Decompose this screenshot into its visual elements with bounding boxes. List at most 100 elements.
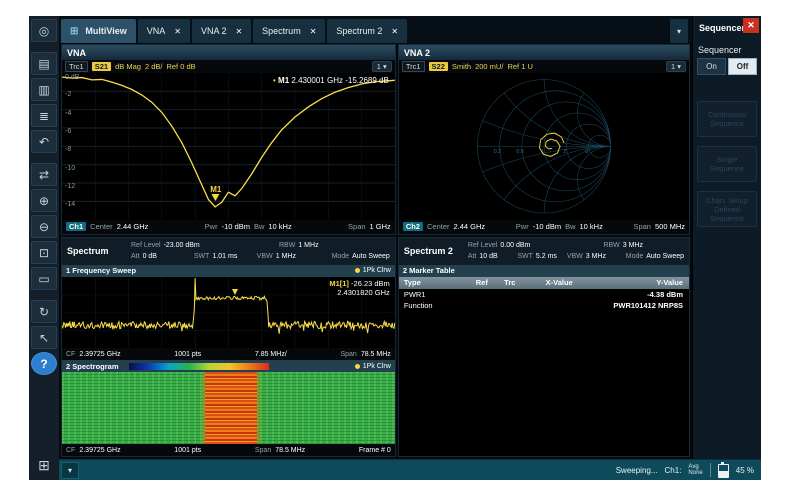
y-axis-label: -10 [65, 165, 75, 172]
channel-chip[interactable]: Ch2 [403, 222, 423, 231]
vna2-footer: Ch2 Center 2.44 GHz Pwr -10 dBm Bw 10 kH… [399, 220, 689, 234]
vbw-value: 3 MHz [586, 253, 606, 260]
smith-axis-label: 2 [563, 149, 566, 155]
continuous-sequence-button[interactable]: Continuous Sequence [697, 101, 757, 137]
y-axis-label: -2 [65, 91, 71, 98]
help-pointer-icon[interactable]: ↖ [31, 326, 57, 349]
y-axis-label: -8 [65, 146, 71, 153]
att-value: 10 dB [479, 253, 497, 260]
table-row[interactable]: Function PWR101412 NRP8S [399, 300, 689, 311]
tab-spectrum[interactable]: Spectrum ✕ [253, 19, 325, 43]
table-row[interactable]: PWR1 -4.38 dBm [399, 289, 689, 300]
sweep-marker[interactable] [232, 289, 238, 295]
center-label: Center [427, 222, 450, 231]
tab-spectrum2[interactable]: Spectrum 2 ✕ [327, 19, 407, 43]
marker-name: M1 [278, 76, 289, 85]
windows-icon[interactable]: ⊞ [31, 454, 57, 477]
save-icon[interactable]: ▥ [31, 78, 57, 101]
y-axis-label: -12 [65, 183, 75, 190]
print-icon[interactable]: ≣ [31, 104, 57, 127]
vna2-window-title[interactable]: VNA 2 [399, 45, 689, 60]
smith-chart[interactable]: 0.2 0.5 1 2 5 [399, 73, 689, 220]
channel-status-label: Ch1: [665, 466, 682, 475]
trace-chip[interactable]: Trc1 [402, 61, 425, 72]
col-y-value: Y-Value [595, 278, 689, 287]
tab-multiview[interactable]: ⊞ MultiView [61, 19, 136, 43]
points-value: 1001 pts [174, 351, 201, 358]
center-value: 2.44 GHz [454, 222, 486, 231]
smith-axis-label: 5 [585, 149, 588, 155]
open-file-icon[interactable]: ▤ [31, 52, 57, 75]
sparam-chip[interactable]: S21 [92, 62, 111, 71]
tab-vna[interactable]: VNA ✕ [138, 19, 190, 43]
frame-value: Frame # 0 [359, 447, 391, 454]
vna-chart[interactable]: 0 dB -2 -4 -6 -8 -10 -12 -14 • M1 2.430 [62, 73, 395, 220]
avg-value: None [688, 470, 702, 476]
cell-type: Function [399, 301, 468, 310]
analyzer-app: ◎ ▤ ▥ ≣ ↶ ⇄ ⊕ ⊖ ⊡ ▭ ↻ ↖ ? ⊞ ⊞ MultiView … [29, 16, 761, 480]
frequency-sweep-chart[interactable]: M1[1] -26.23 dBm 2.4301820 GHz [62, 277, 395, 349]
y-axis-label: -6 [65, 128, 71, 135]
att-label: Att [468, 253, 477, 260]
marker-y-value: -15.2689 dB [345, 76, 389, 85]
zoom-out-icon[interactable]: ⊖ [31, 215, 57, 238]
swt-label: SWT [517, 253, 533, 260]
trace-format: dB Mag [115, 62, 141, 71]
trace-select-dropdown[interactable]: 1 ▾ [372, 61, 392, 72]
zoom-in-icon[interactable]: ⊕ [31, 189, 57, 212]
refresh-icon[interactable]: ↻ [31, 300, 57, 323]
spectrogram-display[interactable] [62, 372, 395, 444]
spectrum2-window[interactable]: Spectrum 2 Ref Level 0.00 dBm RBW [398, 237, 690, 457]
tab-close-icon[interactable]: ✕ [389, 27, 398, 36]
trace-select-dropdown[interactable]: 1 ▾ [666, 61, 686, 72]
vbw-value: 1 MHz [276, 253, 296, 260]
camera-icon[interactable]: ◎ [31, 19, 57, 42]
back-icon[interactable]: ↶ [31, 130, 57, 153]
vna-window[interactable]: VNA Trc1 S21 dB Mag 2 dB/ Ref 0 dB 1 ▾ [61, 44, 396, 235]
close-icon[interactable]: ✕ [743, 18, 759, 33]
sequencer-section-label: Sequencer [693, 40, 761, 58]
trace-scale: 200 mU/ [475, 62, 503, 71]
vbw-label: VBW [567, 253, 583, 260]
window-title[interactable]: Spectrum [67, 246, 125, 256]
display-icon[interactable]: ▭ [31, 267, 57, 290]
pwr-label: Pwr [205, 222, 218, 231]
help-icon[interactable]: ? [31, 352, 57, 375]
marker-readout: • M1 2.430001 GHz -15.2689 dB [273, 76, 389, 85]
chan-setup-defined-sequence-button[interactable]: Chan. Setup Defined Sequence [697, 191, 757, 227]
window-title[interactable]: Spectrum 2 [404, 246, 462, 256]
col-trc: Trc [496, 278, 524, 287]
single-sequence-button[interactable]: Single Sequence [697, 146, 757, 182]
center-label: Center [90, 222, 113, 231]
y-axis-label: 0 dB [65, 74, 79, 81]
vna-window-title[interactable]: VNA [62, 45, 395, 60]
tab-close-icon[interactable]: ✕ [172, 27, 181, 36]
span-value: 78.5 MHz [361, 351, 391, 358]
transfer-icon[interactable]: ⇄ [31, 163, 57, 186]
spectrum-window[interactable]: Spectrum Ref Level -23.00 dBm RBW [61, 237, 396, 457]
sweep-status-text: Sweeping... [616, 466, 658, 475]
tab-vna2[interactable]: VNA 2 ✕ [192, 19, 251, 43]
col-type: Type [399, 278, 468, 287]
statusbar-expand-icon[interactable]: ▾ [61, 462, 79, 479]
marker-m1[interactable]: M1 [210, 185, 221, 201]
marker-table-header: 2 Marker Table [399, 265, 689, 277]
ref-level-label: Ref Level [131, 242, 161, 249]
zoom-area-icon[interactable]: ⊡ [31, 241, 57, 264]
sequencer-on-button[interactable]: On [697, 58, 726, 75]
tab-bar: ⊞ MultiView VNA ✕ VNA 2 ✕ Spectrum ✕ [59, 16, 692, 43]
statusbar-divider [710, 463, 711, 477]
trace-chip[interactable]: Trc1 [65, 61, 88, 72]
spectrum-header: Spectrum Ref Level -23.00 dBm RBW [62, 238, 395, 265]
tab-overflow-icon[interactable]: ▾ [670, 19, 688, 43]
subwindow-title: 1 Frequency Sweep [66, 266, 136, 275]
channel-chip[interactable]: Ch1 [66, 222, 86, 231]
vna2-window[interactable]: VNA 2 Trc1 S22 Smith 200 mU/ Ref 1 U 1 ▾ [398, 44, 690, 235]
swt-value: 5.2 ms [536, 253, 557, 260]
tab-label: Spectrum 2 [336, 26, 382, 36]
sequencer-off-button[interactable]: Off [728, 58, 757, 75]
spectrogram-footer: CF 2.39725 GHz 1001 pts Span 78.5 MHz Fr… [62, 444, 395, 456]
tab-close-icon[interactable]: ✕ [233, 27, 242, 36]
sparam-chip[interactable]: S22 [429, 62, 448, 71]
tab-close-icon[interactable]: ✕ [308, 27, 317, 36]
